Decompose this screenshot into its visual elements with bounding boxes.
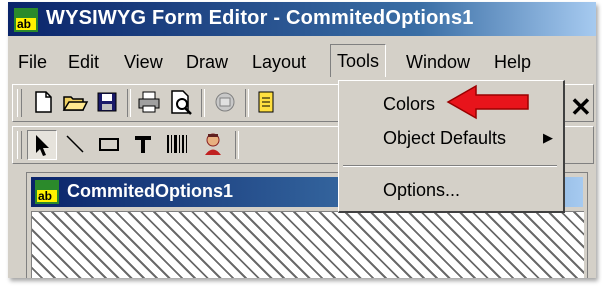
close-icon[interactable]: ✕ [570,92,592,123]
submenu-arrow-icon: ▶ [543,130,553,145]
menu-separator [343,165,557,167]
child-window-title: CommitedOptions1 [67,181,234,201]
svg-text:ab: ab [17,17,31,31]
menu-item-options[interactable]: Options... [339,175,563,205]
menu-tools[interactable]: Tools [330,44,387,77]
print-preview-icon[interactable] [167,88,195,116]
window-title: WYSIWYG Form Editor - CommitedOptions1 [46,7,474,29]
save-icon[interactable] [93,88,121,116]
form-icon: ab [35,180,59,204]
toolbar-separator [201,89,205,117]
text-tool-icon[interactable] [129,130,157,158]
line-tool-icon[interactable] [61,130,89,158]
toolbar-separator [235,131,239,159]
app-window: ab WYSIWYG Form Editor - CommitedOptions… [8,2,596,278]
app-icon: ab [14,8,38,32]
print-icon[interactable] [135,88,163,116]
barcode-tool-icon[interactable] [163,130,191,158]
menu-item-label: Colors [383,94,436,114]
note-icon[interactable] [253,88,281,116]
menu-help[interactable]: Help [488,49,537,75]
menu-item-label: Options... [383,180,461,200]
pointer-tool-icon[interactable] [27,130,57,160]
image-tool-icon[interactable] [199,130,227,158]
red-arrow-icon [446,84,529,120]
rectangle-tool-icon[interactable] [95,130,123,158]
menu-bar: File Edit View Draw Layout Tools Window … [8,44,596,78]
menu-edit[interactable]: Edit [62,49,105,75]
toolbar-grip[interactable] [17,89,22,117]
toolbar-separator [127,89,131,117]
menu-file[interactable]: File [12,49,53,75]
svg-text:ab: ab [38,189,52,203]
menu-draw[interactable]: Draw [180,49,234,75]
menu-item-label: Object Defaults [383,128,507,148]
form-canvas[interactable] [31,211,584,278]
title-bar: ab WYSIWYG Form Editor - CommitedOptions… [8,2,596,36]
menu-window[interactable]: Window [400,49,476,75]
spell-check-icon[interactable] [211,88,239,116]
open-folder-icon[interactable] [61,88,89,116]
toolbar-separator [245,89,249,117]
new-document-icon[interactable] [29,88,57,116]
menu-layout[interactable]: Layout [246,49,312,75]
menu-view[interactable]: View [118,49,169,75]
toolbar-grip[interactable] [17,131,22,159]
menu-item-object-defaults[interactable]: Object Defaults ▶ [339,123,563,153]
